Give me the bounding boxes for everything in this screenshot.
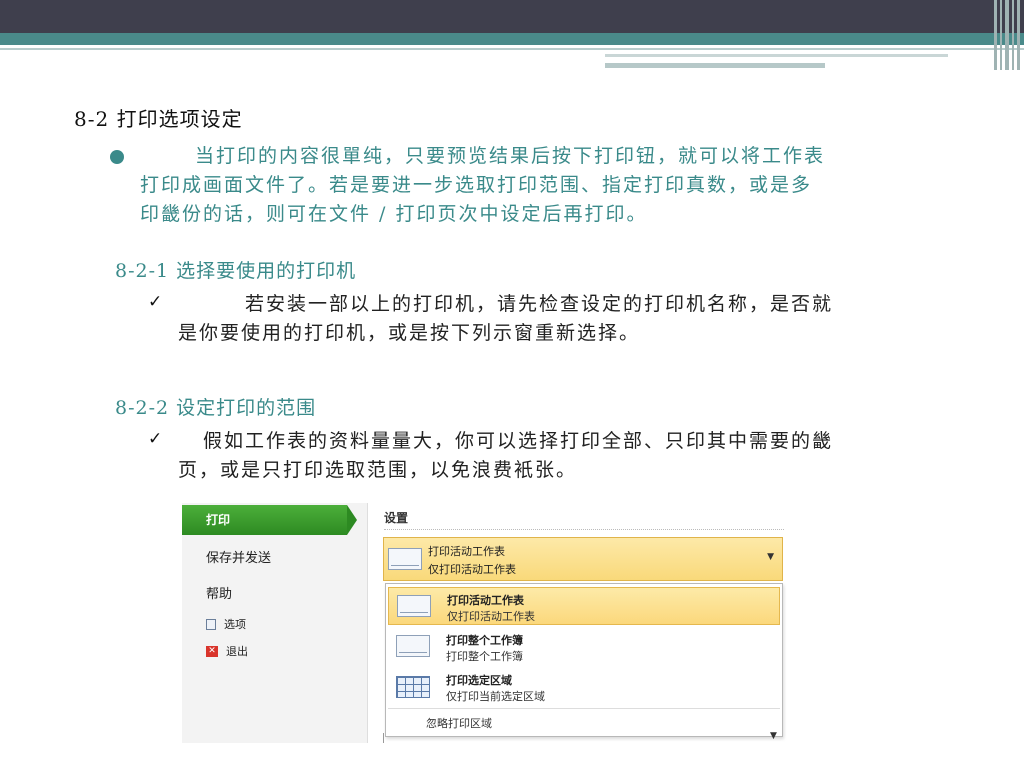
menu-item-print-selection[interactable]: 打印选定区域 仅打印当前选定区域 [388, 668, 780, 706]
menu-item-title: 打印整个工作簿 [446, 634, 523, 647]
intro-line-2: 打印成画面文件了。若是要进一步选取打印范围、指定打印真数，或是多 [140, 174, 813, 196]
active-arrow [347, 505, 357, 535]
exit-label: 退出 [226, 645, 248, 658]
menu-item-subtitle: 打印整个工作簿 [446, 650, 523, 663]
sidebar-item-print[interactable]: 打印 [182, 505, 347, 535]
exit-icon: ✕ [206, 645, 218, 657]
menu-item-title: 打印活动工作表 [447, 594, 524, 607]
menu-item-ignore-print-area[interactable]: 忽略打印区域 [426, 715, 492, 731]
lower-dropdown-edge [383, 733, 396, 743]
decor-line [605, 63, 825, 68]
section2-line-2: 页，或是只打印选取范围，以免浪费衹张。 [178, 459, 578, 481]
sidebar-item-options[interactable]: 选项 [206, 616, 246, 632]
print-scope-dropdown[interactable]: 打印活动工作表 仅打印活动工作表 ▼ [383, 537, 783, 581]
vertical-bars-decor [990, 0, 1024, 70]
sidebar-item-exit[interactable]: ✕ 退出 [206, 643, 248, 659]
chevron-down-icon: ▼ [767, 552, 774, 562]
section-heading: 8-2 打印选项设定 [74, 107, 243, 131]
backstage-sidebar: 打印 保存并发送 帮助 选项 ✕ 退出 [182, 503, 368, 743]
menu-item-subtitle: 仅打印活动工作表 [447, 610, 535, 623]
intro-line-1: 当打印的内容很單纯，只要预览结果后按下打印钮，就可以将工作表 [195, 145, 826, 167]
subsection-title-2: 8-2-2 设定打印的范围 [115, 397, 317, 419]
decor-line [605, 54, 948, 57]
menu-item-print-active-sheet[interactable]: 打印活动工作表 仅打印活动工作表 [388, 587, 780, 625]
sidebar-item-save-send[interactable]: 保存并发送 [206, 547, 271, 566]
thin-stripe [0, 48, 1024, 50]
menu-item-print-workbook[interactable]: 打印整个工作簿 打印整个工作簿 [388, 628, 780, 666]
subsection-title-1: 8-2-1 选择要使用的打印机 [115, 260, 357, 282]
menu-item-title: 打印选定区域 [446, 674, 512, 687]
workbook-icon [396, 635, 430, 657]
worksheet-icon [388, 548, 422, 570]
dropdown-subtitle: 仅打印活动工作表 [428, 563, 516, 576]
options-label: 选项 [224, 618, 246, 631]
intro-line-3: 印畿份的话，则可在文件 / 打印页次中设定后再打印。 [140, 203, 648, 225]
chevron-down-icon: ▼ [770, 731, 777, 741]
menu-divider [388, 708, 780, 709]
worksheet-icon [397, 595, 431, 617]
top-banner [0, 0, 1024, 33]
section1-line-2: 是你要使用的打印机，或是按下列示窗重新选择。 [178, 322, 641, 344]
options-icon [206, 618, 216, 630]
checkmark-icon: ✓ [148, 429, 163, 449]
menu-item-subtitle: 仅打印当前选定区域 [446, 690, 545, 703]
section2-line-1: 假如工作表的资料量量大，你可以选择打印全部、只印其中需要的畿 [203, 430, 834, 452]
settings-title: 设置 [384, 511, 409, 525]
bullet-icon [110, 150, 124, 164]
dropdown-title: 打印活动工作表 [428, 545, 505, 558]
print-settings-screenshot: 打印 保存并发送 帮助 选项 ✕ 退出 设置 打印活动工作表 仅打印活动工作表 … [182, 503, 800, 743]
print-scope-menu: 打印活动工作表 仅打印活动工作表 打印整个工作簿 打印整个工作簿 打印选定区域 … [385, 583, 783, 737]
teal-stripe [0, 33, 1024, 45]
section1-line-1: 若安装一部以上的打印机，请先检查设定的打印机名称，是否就 [245, 293, 834, 315]
selection-grid-icon [396, 676, 430, 698]
settings-divider [384, 529, 784, 530]
checkmark-icon: ✓ [148, 292, 163, 312]
sidebar-item-help[interactable]: 帮助 [206, 583, 232, 602]
